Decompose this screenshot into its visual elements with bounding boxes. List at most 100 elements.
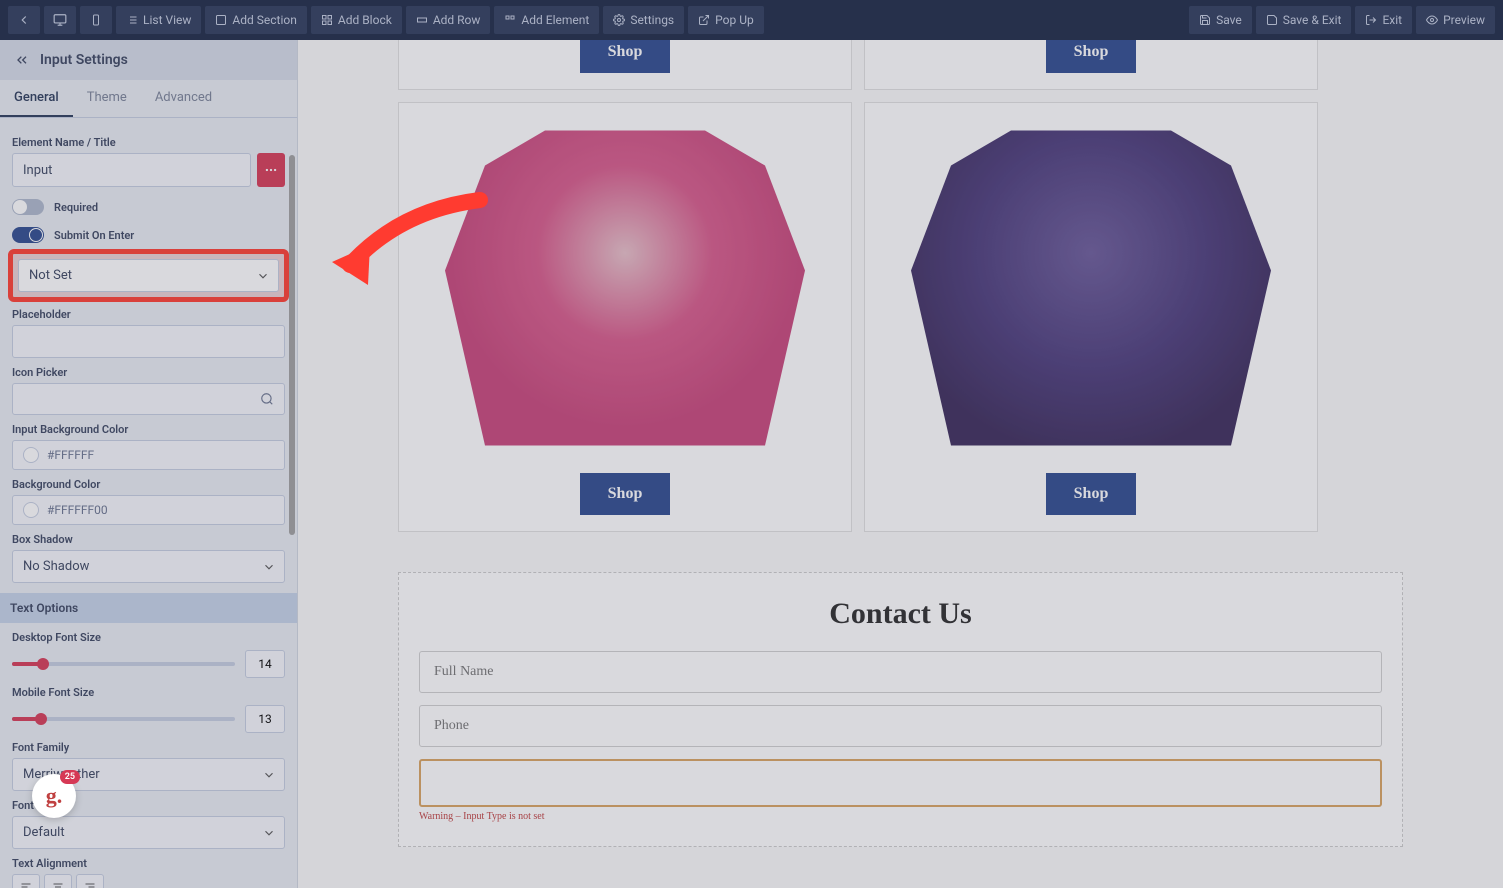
save-exit-label: Save & Exit xyxy=(1283,13,1342,27)
settings-button[interactable]: Settings xyxy=(603,6,684,34)
element-name-input[interactable] xyxy=(12,153,251,187)
contact-section[interactable]: Contact Us Warning – Input Type is not s… xyxy=(398,572,1403,847)
top-toolbar: List View Add Section Add Block Add Row … xyxy=(0,0,1503,40)
shop-button[interactable]: Shop xyxy=(580,40,671,73)
list-view-label: List View xyxy=(143,13,191,27)
product-card[interactable]: Shop xyxy=(864,102,1318,532)
full-name-input[interactable] xyxy=(419,651,1382,693)
add-row-label: Add Row xyxy=(433,13,481,27)
arrow-left-icon xyxy=(17,13,31,27)
mobile-font-value[interactable] xyxy=(245,705,285,733)
exit-label: Exit xyxy=(1382,13,1402,27)
desktop-font-label: Desktop Font Size xyxy=(12,631,285,644)
mobile-view-button[interactable] xyxy=(80,6,112,34)
gear-icon xyxy=(613,14,625,26)
icon-picker-label: Icon Picker xyxy=(12,366,285,379)
product-card[interactable]: Shop xyxy=(398,40,852,90)
element-name-label: Element Name / Title xyxy=(12,136,285,149)
submit-on-enter-toggle[interactable] xyxy=(12,227,44,243)
preview-label: Preview xyxy=(1443,13,1485,27)
desktop-font-slider[interactable] xyxy=(12,662,235,666)
save-exit-icon xyxy=(1266,14,1278,26)
product-card[interactable]: Shop xyxy=(398,102,852,532)
preview-button[interactable]: Preview xyxy=(1416,6,1495,34)
align-right-button[interactable] xyxy=(76,874,104,888)
mobile-font-label: Mobile Font Size xyxy=(12,686,285,699)
input-bg-color-field[interactable]: #FFFFFF xyxy=(12,440,285,470)
shop-button[interactable]: Shop xyxy=(1046,473,1137,515)
contact-title: Contact Us xyxy=(419,597,1382,631)
help-bubble[interactable]: g. 25 xyxy=(32,774,76,818)
warning-text: Warning – Input Type is not set xyxy=(419,811,1382,822)
text-options-header: Text Options xyxy=(0,593,297,623)
tab-theme[interactable]: Theme xyxy=(73,80,141,117)
color-swatch xyxy=(23,502,39,518)
add-block-button[interactable]: Add Block xyxy=(311,6,402,34)
align-center-button[interactable] xyxy=(44,874,72,888)
dots-icon xyxy=(264,163,278,177)
box-shadow-select[interactable]: No Shadow xyxy=(12,550,285,583)
align-left-button[interactable] xyxy=(12,874,40,888)
popup-icon xyxy=(698,14,710,26)
add-element-label: Add Element xyxy=(521,13,589,27)
add-block-label: Add Block xyxy=(338,13,392,27)
placeholder-input[interactable] xyxy=(12,325,285,358)
product-image xyxy=(891,113,1291,463)
exit-button[interactable]: Exit xyxy=(1355,6,1412,34)
collapse-icon[interactable] xyxy=(14,52,30,68)
text-align-label: Text Alignment xyxy=(12,857,285,870)
bg-color-field[interactable]: #FFFFFF00 xyxy=(12,495,285,525)
add-section-label: Add Section xyxy=(232,13,296,27)
bg-label: Background Color xyxy=(12,478,285,491)
add-row-button[interactable]: Add Row xyxy=(406,6,491,34)
element-icon xyxy=(504,14,516,26)
save-label: Save xyxy=(1216,13,1242,27)
product-card[interactable]: Shop xyxy=(864,40,1318,90)
add-element-button[interactable]: Add Element xyxy=(494,6,599,34)
shop-button[interactable]: Shop xyxy=(580,473,671,515)
required-label: Required xyxy=(54,201,98,214)
save-icon xyxy=(1199,14,1211,26)
input-bg-label: Input Background Color xyxy=(12,423,285,436)
shop-button[interactable]: Shop xyxy=(1046,40,1137,73)
more-options-button[interactable] xyxy=(257,153,285,187)
phone-input[interactable] xyxy=(419,705,1382,747)
desktop-view-button[interactable] xyxy=(44,6,76,34)
settings-sidebar: Input Settings General Theme Advanced El… xyxy=(0,40,298,888)
tab-advanced[interactable]: Advanced xyxy=(141,80,226,117)
popup-label: Pop Up xyxy=(715,13,754,27)
color-swatch xyxy=(23,447,39,463)
save-exit-button[interactable]: Save & Exit xyxy=(1256,6,1352,34)
eye-icon xyxy=(1426,14,1438,26)
add-section-button[interactable]: Add Section xyxy=(205,6,306,34)
logo-icon: g. xyxy=(46,783,63,809)
settings-tabs: General Theme Advanced xyxy=(0,80,297,118)
save-button[interactable]: Save xyxy=(1189,6,1252,34)
mobile-font-slider[interactable] xyxy=(12,717,235,721)
panel-header: Input Settings xyxy=(0,40,297,80)
message-input[interactable] xyxy=(419,759,1382,807)
tab-general[interactable]: General xyxy=(0,80,73,117)
desktop-icon xyxy=(53,13,67,27)
desktop-font-value[interactable] xyxy=(245,650,285,678)
block-icon xyxy=(321,14,333,26)
mobile-icon xyxy=(90,13,102,27)
input-bg-value: #FFFFFF xyxy=(47,448,94,462)
required-toggle[interactable] xyxy=(12,199,44,215)
input-type-highlight: Not Set xyxy=(8,249,289,302)
input-type-select[interactable]: Not Set xyxy=(18,259,279,292)
section-icon xyxy=(215,14,227,26)
back-button[interactable] xyxy=(8,6,40,34)
page-canvas[interactable]: Shop Shop Shop Shop Contact Us xyxy=(298,40,1503,888)
settings-label: Settings xyxy=(630,13,674,27)
font-weight-select[interactable]: Default xyxy=(12,816,285,849)
align-left-icon xyxy=(20,881,32,888)
list-view-button[interactable]: List View xyxy=(116,6,201,34)
icon-picker-input[interactable] xyxy=(12,383,285,415)
notification-badge: 25 xyxy=(60,770,80,784)
popup-button[interactable]: Pop Up xyxy=(688,6,764,34)
row-icon xyxy=(416,14,428,26)
align-center-icon xyxy=(52,881,64,888)
scrollbar-thumb[interactable] xyxy=(289,155,295,535)
bg-value: #FFFFFF00 xyxy=(47,503,108,517)
